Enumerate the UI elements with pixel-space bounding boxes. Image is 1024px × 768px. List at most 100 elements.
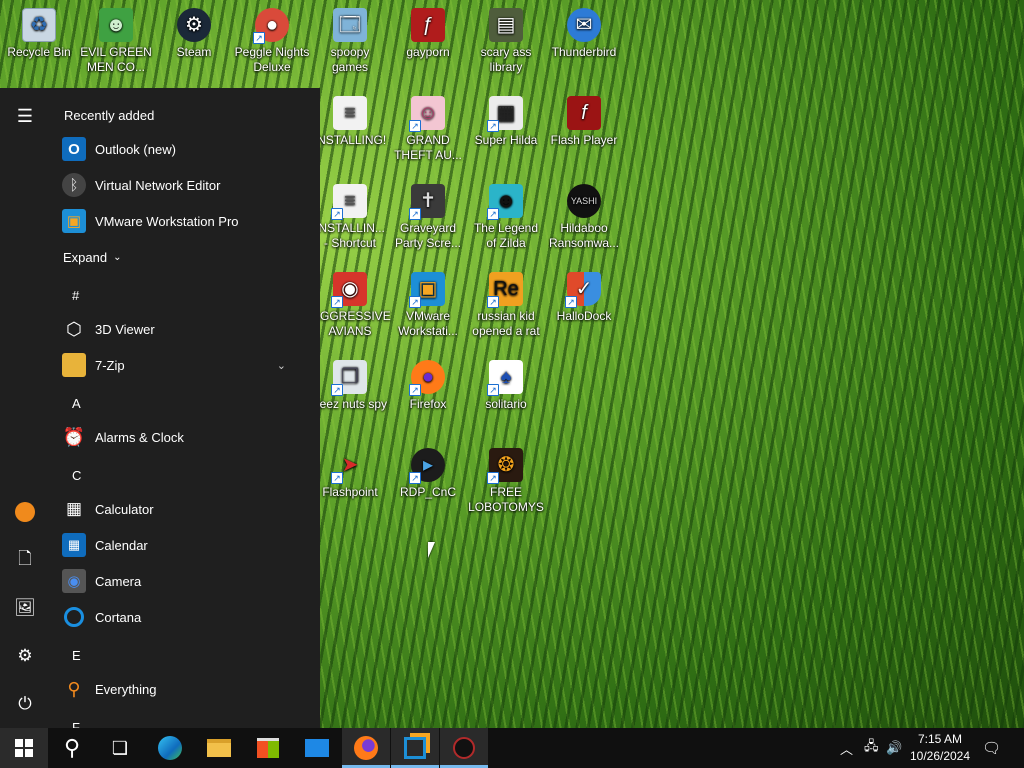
letter-header-hash[interactable]: #	[72, 288, 79, 303]
desktop-icon-label: Super Hilda	[474, 133, 538, 147]
taskbar-firefox[interactable]	[342, 728, 390, 768]
mouse-cursor-icon	[428, 542, 435, 558]
desktop-icon-label: deez nuts spy	[312, 397, 388, 411]
task-view-button[interactable]: ❏	[96, 728, 144, 768]
taskbar-file-explorer[interactable]	[195, 728, 243, 768]
taskbar-mail[interactable]	[293, 728, 341, 768]
clock-button[interactable]: 7:15 AM 10/26/2024	[905, 731, 975, 765]
desktop-icon-firefox[interactable]: ● ↗ Firefox	[390, 360, 466, 412]
settings-button[interactable]: ⚙	[9, 640, 41, 672]
thunderbird-icon: ✉	[567, 8, 601, 42]
lobotomy-icon: ❂ ↗	[487, 448, 523, 484]
desktop-icon-label: INSTALLING!	[313, 133, 387, 147]
start-button[interactable]	[0, 728, 48, 768]
edge-icon	[158, 736, 182, 760]
user-account-button[interactable]	[9, 496, 41, 528]
desktop-icon-russian-kid[interactable]: Re ↗ russian kid opened a rat	[468, 272, 544, 339]
search-button[interactable]: ⚲	[48, 728, 96, 768]
desktop-icon-gayporn[interactable]: ƒ gayporn	[390, 8, 466, 60]
letter-header-f[interactable]: F	[72, 720, 80, 728]
rdp-icon	[453, 737, 475, 759]
network-icon: 🖧	[864, 738, 879, 753]
desktop-icon-graveyard[interactable]: ✝ ↗ Graveyard Party Scre...	[390, 184, 466, 251]
app-everything[interactable]: ⚲ Everything	[62, 672, 308, 706]
app-virtual-network-editor[interactable]: ᛒ Virtual Network Editor	[62, 168, 308, 202]
shield-icon: ✓ ↗	[565, 272, 601, 308]
desktop-icon-aggressive-avians[interactable]: ◉ ↗ AGGRESSIVE AVIANS	[312, 272, 391, 339]
app-label: Camera	[95, 573, 142, 589]
steam-icon: ⚙	[177, 8, 211, 42]
desktop-icon-peggle[interactable]: ● ↗ Peggle Nights Deluxe	[234, 8, 310, 75]
vmware-icon: ▣ ↗	[409, 272, 445, 308]
desktop-icon-label: GRAND THEFT AU...	[394, 133, 462, 162]
desktop-icon-gta[interactable]: ☺ ↗ GRAND THEFT AU...	[390, 96, 466, 163]
app-vmware-workstation-pro[interactable]: ▣ VMware Workstation Pro	[62, 204, 308, 238]
power-button[interactable]: ⏻	[9, 688, 41, 720]
desktop-icon-rdp-cnc[interactable]: ▸ ↗ RDP_CnC	[390, 448, 466, 500]
desktop-icon-installing-shortcut[interactable]: ≡ ↗ INSTALLIN... - Shortcut	[312, 184, 388, 251]
network-button[interactable]: 🖧	[864, 728, 879, 768]
desktop-icon-free-lobotomys[interactable]: ❂ ↗ FREE LOBOTOMYS	[468, 448, 544, 515]
expand-button[interactable]: Expand ⌄	[63, 250, 121, 265]
start-menu: ☰ 🗋 🖼 ⚙ ⏻ Recently added O Outlook (new)…	[0, 88, 320, 728]
app-calendar[interactable]: ▦ Calendar	[62, 528, 308, 562]
app-label: 3D Viewer	[95, 321, 155, 337]
show-hidden-icons-button[interactable]: ︿	[840, 728, 853, 768]
notification-icon: 🗨	[982, 740, 1002, 757]
volume-button[interactable]: 🔊	[886, 728, 902, 768]
calculator-icon: ▦	[65, 499, 83, 518]
taskbar-rdp-cnc[interactable]	[440, 728, 488, 768]
app-cortana[interactable]: Cortana	[62, 600, 308, 634]
angry-bird-icon: ◉ ↗	[331, 272, 367, 308]
flash-player-icon: f	[567, 96, 601, 130]
firefox-icon: ● ↗	[409, 360, 445, 396]
pictures-button[interactable]: 🖼	[9, 592, 41, 624]
documents-button[interactable]: 🗋	[9, 544, 41, 576]
desktop-icon-spoopy-games[interactable]: 🗔 spoopy games	[312, 8, 388, 75]
chevron-down-icon[interactable]: ⌄	[277, 359, 286, 372]
desktop-icon-steam[interactable]: ⚙ Steam	[156, 8, 232, 60]
desktop-icon-installing[interactable]: ≡ INSTALLING!	[312, 96, 388, 148]
notifications-button[interactable]: 🗨	[982, 728, 1001, 768]
taskbar-microsoft-store[interactable]	[244, 728, 292, 768]
search-icon: ⚲	[67, 678, 81, 699]
app-7-zip[interactable]: 7-Zip ⌄	[62, 348, 308, 382]
desktop-icon-hildaboo[interactable]: YASHI Hildaboo Ransomwa...	[546, 184, 622, 251]
letter-header-e[interactable]: E	[72, 648, 81, 663]
desktop-icon-label: HalloDock	[556, 309, 612, 323]
app-label: Outlook (new)	[95, 141, 176, 157]
desktop-icon-solitario[interactable]: ♠ ↗ solitario	[468, 360, 544, 412]
desktop-icon-scary-ass-library[interactable]: ▤ scary ass library	[468, 8, 544, 75]
desktop-icon-evil-green-men[interactable]: ☻ EVIL GREEN MEN CO...	[78, 8, 154, 75]
super-hilda-icon: ▦ ↗	[487, 96, 523, 132]
hamburger-menu-button[interactable]: ☰	[9, 100, 41, 132]
desktop-icon-label: scary ass library	[480, 45, 532, 74]
flashpoint-icon: ➤ ↗	[331, 448, 367, 484]
taskbar-edge[interactable]	[146, 728, 194, 768]
letter-header-c[interactable]: C	[72, 468, 81, 483]
app-calculator[interactable]: ▦ Calculator	[62, 492, 308, 526]
rat-icon: Re ↗	[487, 272, 523, 308]
letter-header-a[interactable]: A	[72, 396, 81, 411]
desktop-icon-recycle-bin[interactable]: ♻ Recycle Bin	[1, 8, 77, 60]
desktop-icon-deez-nuts-spy[interactable]: ❐ ↗ deez nuts spy	[312, 360, 388, 412]
app-alarms-clock[interactable]: ⏰ Alarms & Clock	[62, 420, 308, 454]
app-3d-viewer[interactable]: ⬡ 3D Viewer	[62, 312, 308, 346]
app-outlook[interactable]: O Outlook (new)	[62, 132, 308, 166]
desktop-icon-super-hilda[interactable]: ▦ ↗ Super Hilda	[468, 96, 544, 148]
app-label: VMware Workstation Pro	[95, 213, 239, 229]
app-label: Virtual Network Editor	[95, 177, 221, 193]
desktop-icon-vmware[interactable]: ▣ ↗ VMware Workstati...	[390, 272, 466, 339]
desktop-icon-legend-of-zilda[interactable]: ☻ ↗ The Legend of Zilda	[468, 184, 544, 251]
desktop-icon-hallodock[interactable]: ✓ ↗ HalloDock	[546, 272, 622, 324]
expand-label: Expand	[63, 250, 108, 265]
app-label: Everything	[95, 681, 157, 697]
task-view-icon: ❏	[111, 737, 129, 758]
desktop-icon-flashpoint[interactable]: ➤ ↗ Flashpoint	[312, 448, 388, 500]
taskbar-vmware[interactable]	[391, 728, 439, 768]
desktop-icon-flash-player[interactable]: f Flash Player	[546, 96, 622, 148]
desktop-icon-thunderbird[interactable]: ✉ Thunderbird	[546, 8, 622, 60]
cortana-icon	[62, 605, 86, 629]
hildaboo-icon: YASHI	[567, 184, 601, 218]
app-camera[interactable]: ◉ Camera	[62, 564, 308, 598]
